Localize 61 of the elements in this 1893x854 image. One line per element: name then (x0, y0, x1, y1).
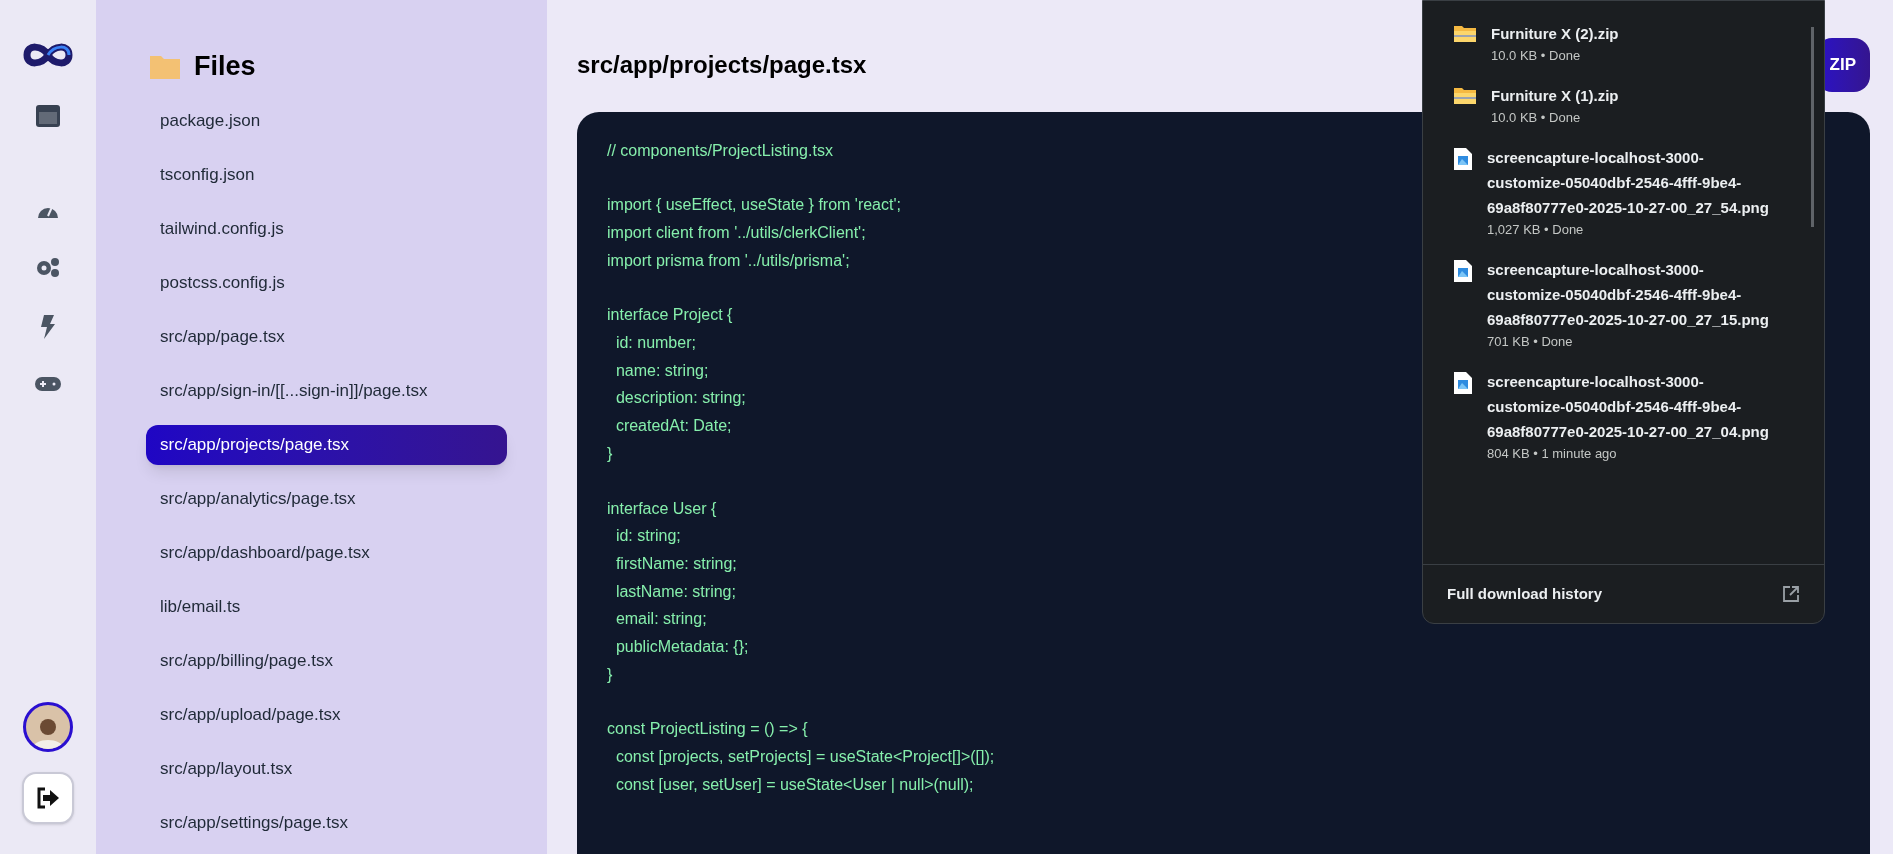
code-line: description: string; (614, 388, 746, 409)
download-status: 804 KB • 1 minute ago (1487, 445, 1618, 463)
code-line: } (607, 443, 613, 464)
code-line: createdAt: Date; (614, 416, 732, 437)
code-line: firstName: string; (614, 553, 737, 574)
zip-folder-icon (1453, 23, 1477, 43)
code-line: interface Project { (607, 305, 733, 326)
full-history-link[interactable]: Full download history (1447, 582, 1602, 605)
file-title: src/app/projects/page.tsx (577, 49, 867, 80)
gears-icon[interactable] (35, 256, 61, 278)
code-line: import client from '../utils/clerkClient'; (607, 222, 866, 243)
download-file-name[interactable]: screencapture-localhost-3000-customize-05040dbf-2546-4fff-9be4-69a8f80777e0-2025-10-27-00_27_04.png (1487, 369, 1771, 444)
file-item[interactable]: src/app/projects/page.tsx (146, 424, 507, 465)
file-item[interactable]: src/app/sign-in/[[...sign-in]]/page.tsx (146, 370, 507, 411)
code-line: interface User { (607, 498, 717, 519)
logout-button[interactable] (22, 772, 74, 824)
code-line: const ProjectListing = () => { (607, 719, 808, 740)
code-line: lastName: string; (614, 581, 736, 602)
download-status: 1,027 KB • Done (1487, 221, 1585, 239)
gamepad-icon[interactable] (34, 376, 62, 392)
code-line: import prisma from '../utils/prisma'; (607, 250, 850, 271)
download-status: 10.0 KB • Done (1491, 109, 1582, 127)
logout-icon (36, 787, 60, 809)
lightning-icon[interactable] (39, 314, 57, 340)
download-file-name[interactable]: screencapture-localhost-3000-customize-05040dbf-2546-4fff-9be4-69a8f80777e0-2025-10-27-00_27_54.png (1487, 145, 1771, 220)
file-item[interactable]: lib/email.ts (146, 586, 507, 627)
code-line: publicMetadata: {}; (614, 637, 749, 658)
folder-icon (150, 53, 180, 80)
download-status: 701 KB • Done (1487, 333, 1574, 351)
file-item[interactable]: postcss.config.js (146, 262, 507, 303)
file-item[interactable]: src/app/settings/page.tsx (146, 802, 507, 843)
code-line: const [user, setUser] = useState<User | null>(null); (614, 774, 974, 795)
image-file-icon (1453, 147, 1473, 171)
file-item[interactable]: src/app/layout.tsx (146, 748, 507, 789)
file-item[interactable]: src/app/upload/page.tsx (146, 694, 507, 735)
file-item[interactable]: tsconfig.json (146, 154, 507, 195)
download-file-name[interactable]: screencapture-localhost-3000-customize-05040dbf-2546-4fff-9be4-69a8f80777e0-2025-10-27-00_27_15.png (1487, 257, 1771, 332)
code-line: name: string; (614, 360, 709, 381)
window-icon[interactable] (35, 104, 61, 128)
external-link-icon[interactable] (1782, 584, 1800, 603)
code-line: } (607, 664, 613, 685)
image-file-icon (1453, 259, 1473, 283)
file-item[interactable]: src/app/page.tsx (146, 316, 507, 357)
code-line: const [projects, setProjects] = useState<Project[]>([]); (614, 747, 995, 768)
zip-folder-icon (1453, 85, 1477, 105)
code-line: import { useEffect, useState } from 'react'; (607, 195, 901, 216)
file-item[interactable]: src/app/analytics/page.tsx (146, 478, 507, 519)
code-line: // components/ProjectListing.tsx (607, 140, 833, 161)
file-item[interactable]: src/app/billing/page.tsx (146, 640, 507, 681)
download-file-name[interactable]: Furniture X (2).zip (1491, 21, 1775, 46)
code-line: email: string; (614, 609, 707, 630)
file-item[interactable]: tailwind.config.js (146, 208, 507, 249)
download-file-name[interactable]: Furniture X (1).zip (1491, 83, 1775, 108)
file-item[interactable]: package.json (146, 100, 507, 141)
code-line: id: string; (614, 526, 681, 547)
files-heading: Files (194, 50, 256, 83)
avatar[interactable] (23, 702, 73, 752)
download-status: 10.0 KB • Done (1491, 47, 1582, 65)
image-file-icon (1453, 371, 1473, 395)
file-item[interactable]: src/app/dashboard/page.tsx (146, 532, 507, 573)
code-line: id: number; (614, 333, 696, 353)
